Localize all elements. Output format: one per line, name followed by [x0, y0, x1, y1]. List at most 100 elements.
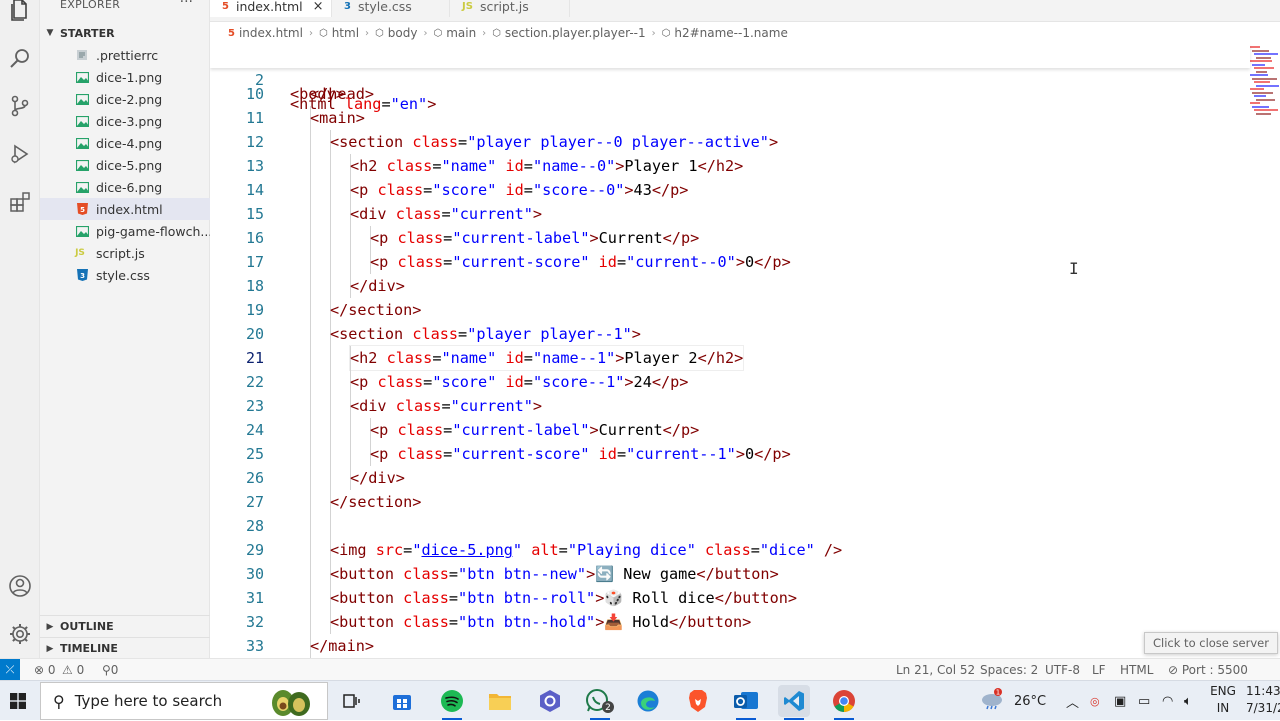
file-item[interactable]: 5 index.html: [40, 198, 210, 220]
outlook-icon[interactable]: [730, 685, 762, 720]
file-item[interactable]: 3 style.css: [40, 264, 210, 286]
language-mode[interactable]: HTML: [1120, 659, 1153, 681]
code-line[interactable]: 19 </section>: [210, 298, 1250, 322]
explorer-icon[interactable]: [4, 0, 36, 26]
timeline-section[interactable]: ▶ TIMELINE: [40, 637, 210, 659]
code-line[interactable]: 21 <h2 class="name" id="name--1">Player 2…: [210, 345, 1250, 371]
search-icon[interactable]: [4, 42, 36, 74]
breadcrumb-body[interactable]: ⬡ body: [375, 26, 417, 40]
tray-app-icon[interactable]: ◎: [1090, 681, 1100, 721]
file-item[interactable]: dice-3.png: [40, 110, 210, 132]
sticky-scroll-header[interactable]: 2 <html lang="en">: [210, 44, 1250, 113]
breadcrumb-main[interactable]: ⬡ main: [433, 26, 476, 40]
code-line[interactable]: 26 </div>: [210, 466, 1250, 490]
file-item[interactable]: dice-1.png: [40, 66, 210, 88]
minimap[interactable]: [1248, 44, 1280, 124]
code-line[interactable]: 20 <section class="player player--1">: [210, 322, 1250, 346]
wifi-icon[interactable]: ◠: [1162, 681, 1173, 721]
accounts-icon[interactable]: [4, 570, 36, 602]
file-item[interactable]: JS script.js: [40, 242, 210, 264]
file-item[interactable]: dice-2.png: [40, 88, 210, 110]
line-number: 18: [245, 277, 264, 295]
live-server-port[interactable]: ⊘ Port : 5500: [1168, 659, 1248, 681]
code-line[interactable]: 30 <button class="btn btn--new">🔄 New gam…: [210, 562, 1250, 586]
code-text: <section class="player player--1">: [330, 325, 641, 343]
taskbar-search[interactable]: ⚲ Type here to search: [40, 682, 328, 720]
cursor-position[interactable]: Ln 21, Col 52: [896, 659, 975, 681]
source-control-icon[interactable]: [4, 90, 36, 122]
code-line[interactable]: 17 <p class="current-score" id="current--…: [210, 250, 1250, 274]
chrome-icon[interactable]: [828, 685, 860, 720]
tab-style-css[interactable]: 3 style.css: [332, 0, 450, 17]
indent-guide: [310, 394, 311, 418]
spotify-icon[interactable]: [436, 685, 468, 720]
encoding[interactable]: UTF-8: [1045, 659, 1080, 681]
code-line[interactable]: 22 <p class="score" id="score--1">24</p>: [210, 370, 1250, 394]
indent-guide: [310, 610, 311, 634]
input-language[interactable]: ENG IN: [1208, 683, 1238, 719]
code-editor[interactable]: </head> 2 <html lang="en"> 10 <body> 11 <ma…: [210, 44, 1280, 658]
code-line[interactable]: 23 <div class="current">: [210, 394, 1250, 418]
line-number: 25: [245, 445, 264, 463]
ports-count[interactable]: ⚲0: [102, 659, 118, 681]
store-icon[interactable]: [386, 685, 418, 717]
code-line[interactable]: 29 <img src="dice-5.png" alt="Playing dic…: [210, 538, 1250, 562]
windows-start-icon[interactable]: [0, 681, 36, 721]
code-line[interactable]: 25 <p class="current-score" id="current--…: [210, 442, 1250, 466]
file-item[interactable]: pig-game-flowch...: [40, 220, 210, 242]
remote-icon[interactable]: ⤫: [0, 659, 20, 681]
battery-icon[interactable]: ▭: [1138, 681, 1150, 721]
file-item[interactable]: .prettierrc: [40, 44, 210, 66]
file-item[interactable]: dice-6.png: [40, 176, 210, 198]
end-of-line[interactable]: LF: [1092, 659, 1106, 681]
weather-widget[interactable]: 1 26°C: [980, 681, 1046, 721]
app-hexagon-icon[interactable]: [534, 685, 566, 717]
html-file-icon: 5: [75, 203, 89, 215]
task-view-icon[interactable]: [336, 685, 368, 717]
tab-index-html[interactable]: 5 index.html ×: [210, 0, 332, 17]
gear-icon[interactable]: [4, 618, 36, 650]
whatsapp-icon[interactable]: 2: [584, 685, 616, 720]
explorer-title: EXPLORER: [60, 0, 121, 11]
breadcrumb-html[interactable]: ⬡ html: [319, 26, 359, 40]
code-line[interactable]: 27 </section>: [210, 490, 1250, 514]
code-line[interactable]: 15 <div class="current">: [210, 202, 1250, 226]
close-icon[interactable]: ×: [313, 0, 324, 14]
meet-now-icon[interactable]: ▣: [1114, 681, 1126, 721]
code-line[interactable]: 32 <button class="btn btn--hold">📥 Hold</…: [210, 610, 1250, 634]
breadcrumb-file[interactable]: 5 index.html: [228, 26, 303, 40]
file-item[interactable]: dice-5.png: [40, 154, 210, 176]
code-line[interactable]: 31 <button class="btn btn--roll">🎲 Roll d…: [210, 586, 1250, 610]
breadcrumb-section[interactable]: ⬡ section.player.player--1: [492, 26, 645, 40]
tab-script-js[interactable]: JS script.js: [450, 0, 570, 17]
code-line[interactable]: 12 <section class="player player--0 playe…: [210, 130, 1250, 154]
folder-starter[interactable]: ▼ STARTER: [40, 22, 210, 44]
indentation[interactable]: Spaces: 2: [980, 659, 1038, 681]
more-actions-icon[interactable]: ···: [180, 0, 193, 10]
tab-label: script.js: [479, 0, 529, 14]
code-line[interactable]: 16 <p class="current-label">Current</p>: [210, 226, 1250, 250]
breadcrumb-h2[interactable]: ⬡ h2#name--1.name: [662, 26, 788, 40]
extensions-icon[interactable]: [4, 186, 36, 218]
errors-count[interactable]: ⊗ 0: [34, 659, 56, 681]
show-hidden-icons[interactable]: ︿: [1066, 681, 1079, 721]
run-debug-icon[interactable]: [4, 138, 36, 170]
avocado-icon: [269, 687, 313, 721]
outline-section[interactable]: ▶ OUTLINE: [40, 615, 210, 637]
file-explorer-icon[interactable]: [484, 685, 516, 717]
file-item[interactable]: dice-4.png: [40, 132, 210, 154]
vscode-icon[interactable]: [778, 685, 810, 720]
line-number: 32: [245, 613, 264, 631]
warnings-count[interactable]: ⚠ 0: [62, 659, 84, 681]
code-line[interactable]: 28: [210, 514, 1250, 538]
code-line[interactable]: 14 <p class="score" id="score--0">43</p>: [210, 178, 1250, 202]
code-line[interactable]: 24 <p class="current-label">Current</p>: [210, 418, 1250, 442]
clock[interactable]: 11:43 7/31/2: [1246, 683, 1280, 719]
chevron-right-icon: ▶: [46, 643, 54, 654]
code-line[interactable]: 13 <h2 class="name" id="name--0">Player 1…: [210, 154, 1250, 178]
code-line[interactable]: 18 </div>: [210, 274, 1250, 298]
brave-icon[interactable]: [682, 685, 714, 717]
code-line[interactable]: 33 </main>: [210, 634, 1250, 658]
edge-icon[interactable]: [632, 685, 664, 717]
volume-icon[interactable]: 🔈︎: [1184, 681, 1192, 721]
